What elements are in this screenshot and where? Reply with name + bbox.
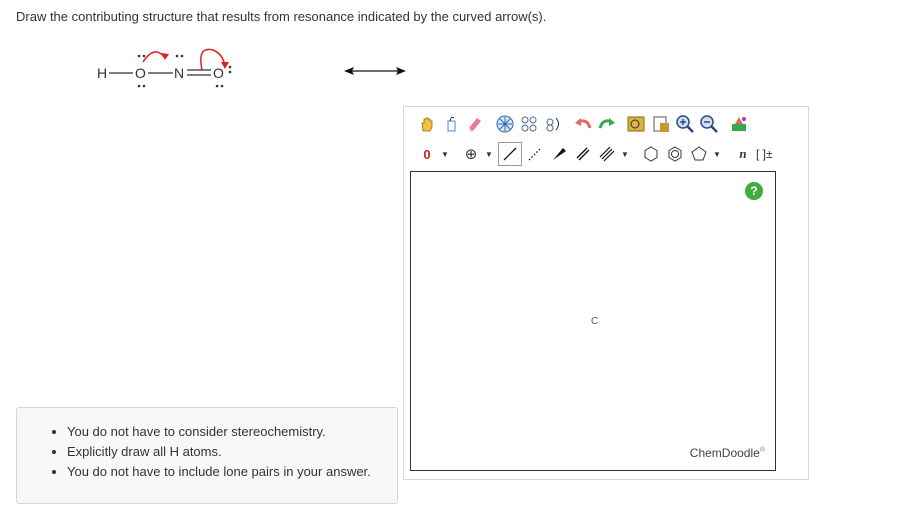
chemdoodle-editor: 0 ▼ ⊕ ▼ ▼ ▼ n []± ? C ChemDoodle® [403,106,809,480]
templates-icon[interactable] [626,113,648,135]
atom-o1: O [135,65,146,81]
charge-value-button[interactable]: 0 [416,143,438,165]
atom-o2: O [213,65,224,81]
chevron-down-icon[interactable]: ▼ [712,150,722,159]
undo-icon[interactable] [572,113,594,135]
instructions-list: You do not have to consider stereochemis… [45,422,387,482]
zoom-out-icon[interactable] [698,113,720,135]
pentagon-ring-icon[interactable] [688,143,710,165]
center-icon[interactable] [494,113,516,135]
wedge-bond-icon[interactable] [548,143,570,165]
instruction-item: You do not have to include lone pairs in… [67,462,387,482]
chevron-down-icon[interactable]: ▼ [440,150,450,159]
flip-icon[interactable] [518,113,540,135]
chain-n-label: n [739,146,747,161]
redo-icon[interactable] [596,113,618,135]
single-bond-icon[interactable] [498,142,522,166]
hand-icon[interactable] [416,113,438,135]
instructions-box: You do not have to consider stereochemis… [16,407,398,504]
instruction-item: You do not have to consider stereochemis… [67,422,387,442]
help-button[interactable]: ? [745,182,763,200]
molecule-svg: H O N O [97,48,232,88]
rotate-icon[interactable] [542,113,564,135]
benzene-ring-icon[interactable] [664,143,686,165]
lasso-icon[interactable] [440,113,462,135]
curved-arrow-1-head [161,53,169,60]
open-file-icon[interactable] [650,113,672,135]
clean-icon[interactable] [728,113,750,135]
chain-n-button[interactable]: n [732,143,754,165]
toolbar-top [416,109,752,139]
chevron-down-icon[interactable]: ▼ [620,150,630,159]
triple-bond-icon[interactable] [596,143,618,165]
double-bond-icon[interactable] [572,143,594,165]
charge-plus-button[interactable]: ⊕ [460,143,482,165]
molecule-structure: H O N O [85,40,265,95]
instruction-item: Explicitly draw all H atoms. [67,442,387,462]
carbon-atom[interactable]: C [591,316,598,327]
question-text: Draw the contributing structure that res… [16,9,547,24]
chemdoodle-logo: ChemDoodle® [689,446,765,460]
toolbar-bottom: 0 ▼ ⊕ ▼ ▼ ▼ n []± [416,139,775,169]
eraser-icon[interactable] [464,113,486,135]
atom-n: N [174,65,184,81]
hexagon-ring-icon[interactable] [640,143,662,165]
resonance-arrow [344,64,406,83]
bracket-button[interactable]: [ ]± [756,143,773,165]
zoom-in-icon[interactable] [674,113,696,135]
atom-h: H [97,65,107,81]
dashed-bond-icon[interactable] [524,143,546,165]
chevron-down-icon[interactable]: ▼ [484,150,494,159]
drawing-canvas[interactable]: ? C ChemDoodle® [410,171,776,471]
